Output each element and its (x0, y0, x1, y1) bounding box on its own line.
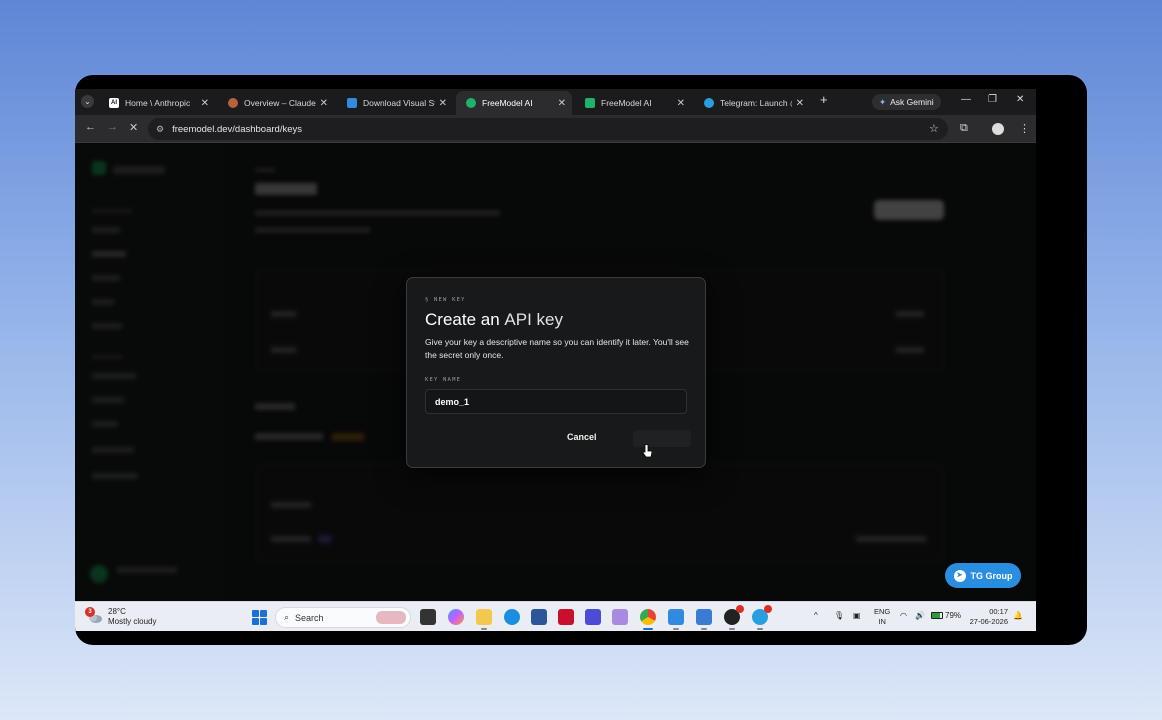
vscode-favicon-icon (347, 98, 357, 108)
restore-icon[interactable]: ❐ (988, 94, 997, 105)
freemodel-favicon-icon (585, 98, 595, 108)
microphone-icon[interactable]: 🎙 (834, 611, 844, 620)
modal-title-prefix: Create an (425, 310, 500, 329)
close-icon[interactable]: ✕ (677, 98, 685, 109)
cancel-button[interactable]: Cancel (567, 432, 597, 442)
url-text: freemodel.dev/dashboard/keys (172, 123, 302, 135)
file-explorer-icon[interactable] (476, 609, 492, 630)
address-bar[interactable]: ⚙ freemodel.dev/dashboard/keys (148, 118, 948, 140)
edge-icon[interactable] (504, 609, 520, 625)
menu-kebab-icon[interactable]: ⋮ (1019, 122, 1030, 135)
hand-cursor-icon (642, 444, 652, 458)
volume-icon[interactable]: 🔊 (915, 611, 925, 620)
settings-gear-icon[interactable] (612, 609, 628, 625)
back-arrow-icon[interactable]: ← (85, 121, 96, 133)
claude-favicon-icon (228, 98, 238, 108)
mcafee-icon[interactable] (558, 609, 574, 625)
site-settings-icon[interactable]: ⚙ (156, 124, 164, 135)
anthropic-favicon-icon: AI (109, 98, 119, 108)
search-icon: ⌕ (284, 612, 290, 622)
stop-loading-icon[interactable]: ✕ (129, 121, 138, 134)
vscode-icon[interactable] (668, 609, 684, 630)
tray-chevron-icon[interactable]: ^ (814, 611, 818, 620)
chrome-icon[interactable] (640, 609, 656, 630)
search-highlight-icon (376, 611, 406, 624)
input-language[interactable]: ENG IN (874, 607, 890, 627)
windows-start-icon[interactable] (252, 610, 267, 625)
clock-time: 00:17 (989, 607, 1008, 616)
tab-telegram[interactable]: Telegram: Launch @FreeModel ✕ (694, 91, 810, 115)
task-view-icon[interactable] (420, 609, 436, 625)
search-placeholder: Search (295, 612, 324, 623)
weather-temp: 28°C (108, 607, 126, 616)
close-icon[interactable]: ✕ (201, 98, 209, 109)
tab-label: Overview – Claude Code (244, 98, 316, 108)
telegram-app-icon[interactable] (752, 605, 772, 630)
battery-indicator[interactable]: 79% (931, 611, 961, 620)
close-icon[interactable]: ✕ (439, 98, 447, 109)
modal-eyebrow: § NEW KEY (425, 297, 466, 303)
profile-avatar[interactable] (992, 123, 1004, 135)
close-icon[interactable]: ✕ (320, 98, 328, 109)
notepad-icon[interactable] (696, 609, 712, 630)
system-clock[interactable]: 00:17 27-06-2026 (968, 607, 1008, 627)
tab-label: FreeModel AI (482, 98, 533, 108)
minimize-icon[interactable]: — (961, 94, 971, 105)
tab-label: FreeModel AI (601, 98, 652, 108)
taskbar-search[interactable]: ⌕ Search (275, 607, 411, 628)
notification-badge: 3 (85, 607, 95, 617)
bookmark-star-icon[interactable]: ☆ (929, 122, 939, 135)
dashboard-page: § NEW KEY Create an API key Give your ke… (75, 143, 1036, 601)
copilot-icon[interactable] (448, 609, 464, 625)
browser-toolbar: ← → ✕ ⚙ freemodel.dev/dashboard/keys ☆ ⧉… (75, 115, 1036, 143)
tab-claude-code[interactable]: Overview – Claude Code ✕ (218, 91, 334, 115)
battery-percent: 79% (945, 611, 962, 620)
shield-app-icon[interactable] (585, 609, 601, 625)
new-tab-plus-icon[interactable]: + (820, 92, 828, 107)
battery-icon (931, 612, 943, 619)
close-icon[interactable]: ✕ (558, 98, 566, 109)
lang-code: ENG (874, 607, 891, 616)
telegram-plane-icon: ➤ (953, 569, 966, 582)
tab-search-icon[interactable]: ⌄ (81, 95, 94, 108)
tab-visual-studio[interactable]: Download Visual Studio ✕ (337, 91, 453, 115)
freemodel-favicon-icon (466, 98, 476, 108)
modal-title: Create an API key (425, 310, 563, 330)
tab-anthropic[interactable]: AI Home \ Anthropic ✕ (99, 91, 215, 115)
tab-strip: ⌄ AI Home \ Anthropic ✕ Overview – Claud… (75, 89, 1036, 115)
weather-widget[interactable]: 3 28°C Mostly cloudy (85, 607, 157, 627)
windows-taskbar: 3 28°C Mostly cloudy ⌕ Search ^ 🎙 ▣ ENG … (75, 601, 1036, 631)
tab-label: Download Visual Studio (363, 98, 435, 108)
weather-desc: Mostly cloudy (108, 617, 157, 626)
forward-arrow-icon[interactable]: → (107, 121, 118, 133)
tab-label: Home \ Anthropic (125, 98, 191, 108)
tab-label: Telegram: Launch @FreeModel (720, 98, 792, 108)
tg-group-label: TG Group (970, 570, 1013, 581)
modal-description: Give your key a descriptive name so you … (425, 337, 689, 360)
key-name-input[interactable] (425, 389, 687, 414)
clock-date: 27-06-2026 (969, 617, 1008, 626)
tray-app-icon[interactable]: ▣ (853, 611, 861, 620)
tab-freemodel-active[interactable]: FreeModel AI ✕ (456, 91, 572, 115)
close-icon[interactable]: ✕ (796, 98, 804, 109)
wifi-icon[interactable]: ◠ (900, 611, 907, 620)
tg-group-button[interactable]: ➤ TG Group (945, 563, 1021, 588)
lang-region: IN (878, 617, 886, 626)
ask-gemini-button[interactable]: ✦ Ask Gemini (872, 94, 941, 110)
notifications-bell-icon[interactable]: 🔔 (1013, 611, 1023, 620)
tab-freemodel[interactable]: FreeModel AI ✕ (575, 91, 691, 115)
modal-title-accent: API key (504, 310, 563, 329)
key-name-label: KEY NAME (425, 377, 462, 383)
browser-window: ⌄ AI Home \ Anthropic ✕ Overview – Claud… (75, 89, 1036, 631)
gemini-sparkle-icon: ✦ (879, 96, 887, 107)
ask-gemini-label: Ask Gemini (890, 97, 934, 107)
window-close-icon[interactable]: ✕ (1016, 94, 1024, 105)
create-api-key-modal: § NEW KEY Create an API key Give your ke… (406, 277, 706, 468)
screen-frame: ⌄ AI Home \ Anthropic ✕ Overview – Claud… (75, 75, 1087, 645)
extensions-icon[interactable]: ⧉ (960, 122, 968, 135)
github-icon[interactable] (724, 605, 744, 630)
cloud-icon: 3 (85, 607, 103, 624)
store-icon[interactable] (531, 609, 547, 625)
telegram-favicon-icon (704, 98, 714, 108)
